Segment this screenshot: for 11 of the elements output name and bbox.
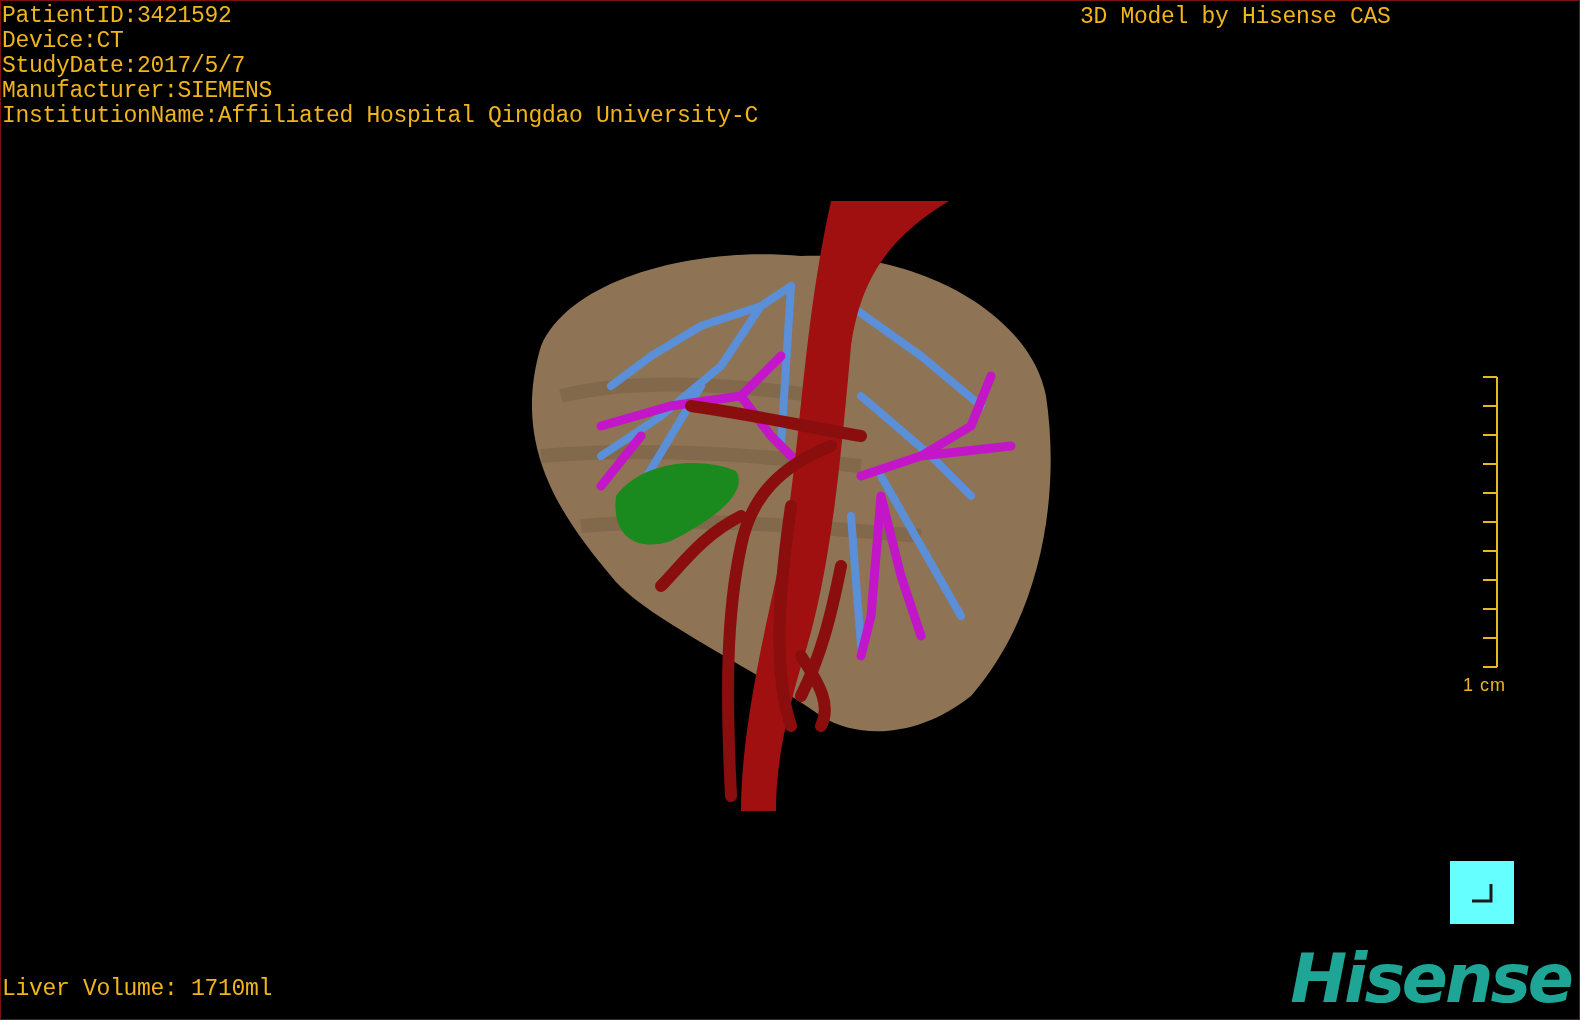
brand-logo: Hisense [1290,947,1571,1011]
scale-label: 1 cm [1463,675,1506,696]
info-text: StudyDate:2017/5/7 [2,54,247,79]
view-corner-button[interactable] [1450,861,1514,924]
info-text: Device:CT [2,29,125,54]
info-text: Manufacturer:SIEMENS [2,79,274,104]
liver-volume-text: Liver Volume: 1710ml [2,977,273,1002]
model-title: 3D Model by Hisense CAS [1080,5,1391,30]
info-text: PatientID:3421592 [2,4,233,29]
corner-icon [1470,881,1494,904]
info-text: InstitutionName:Affiliated Hospital Qingdao University-C [2,104,759,129]
